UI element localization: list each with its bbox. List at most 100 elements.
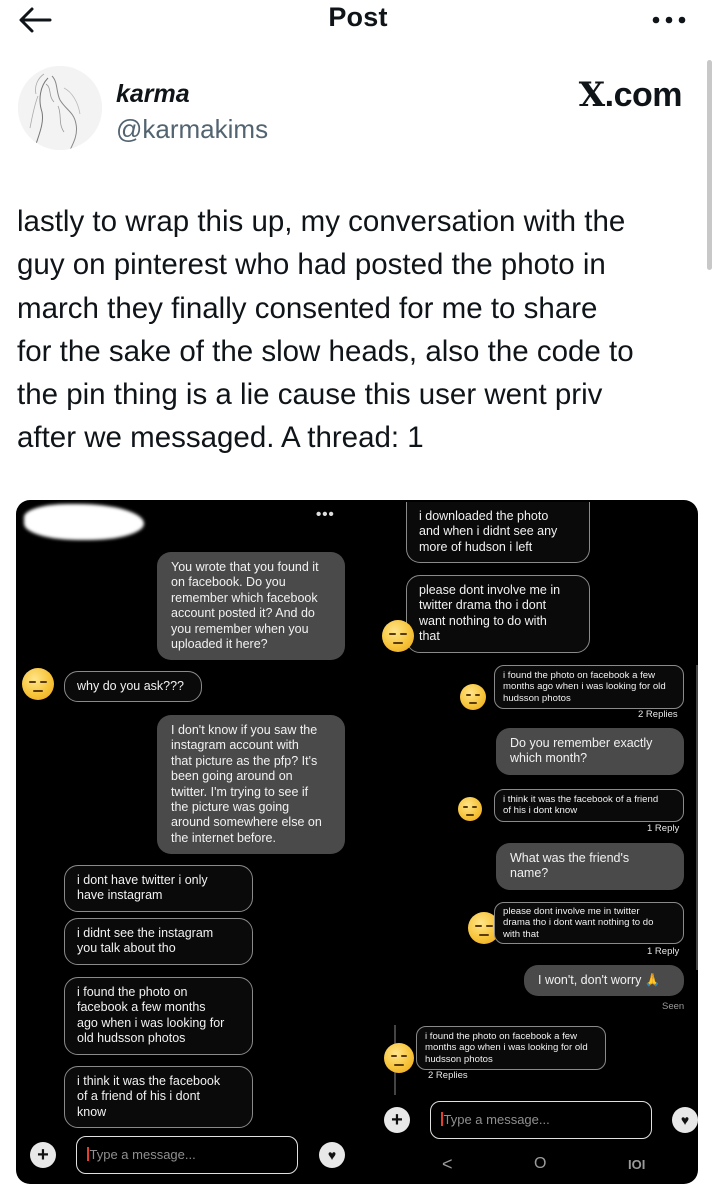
message-bubble: i dont have twitter i only have instagra… bbox=[64, 865, 253, 912]
pensive-face-icon bbox=[458, 797, 482, 821]
message-line: uploaded it here? bbox=[171, 637, 268, 652]
tweet-line: march they finally consented for me to s… bbox=[17, 291, 598, 325]
message-line: have instagram bbox=[77, 888, 163, 903]
android-home-icon[interactable]: O bbox=[534, 1155, 546, 1173]
message-line: i think it was the facebook of a friend bbox=[503, 794, 659, 805]
redaction-blob bbox=[24, 504, 144, 540]
message-line: you talk about tho bbox=[77, 941, 176, 956]
heart-button[interactable]: ♥ bbox=[319, 1142, 345, 1168]
message-line: ago when i was looking for bbox=[77, 1015, 225, 1030]
tweet-text: lastly to wrap this up, my conversation … bbox=[17, 200, 705, 460]
message-line: you remember when you bbox=[171, 621, 309, 636]
add-attachment-button[interactable]: + bbox=[384, 1107, 410, 1133]
heart-button[interactable]: ♥ bbox=[672, 1107, 698, 1133]
message-line: Do you remember exactly bbox=[510, 736, 653, 750]
message-line: account posted it? And do bbox=[171, 606, 315, 621]
page-title: Post bbox=[328, 2, 388, 32]
message-bubble: i found the photo on facebook a few mont… bbox=[64, 977, 253, 1055]
replies-count[interactable]: 2 Replies bbox=[428, 1070, 468, 1081]
message-bubble: i think it was the facebook of a friend … bbox=[64, 1066, 253, 1129]
reply-count[interactable]: 1 Reply bbox=[647, 946, 679, 957]
reply-count[interactable]: 1 Reply bbox=[647, 823, 679, 834]
message-line: around somewhere else on bbox=[171, 815, 322, 830]
message-line: i found the photo on facebook a few bbox=[503, 670, 656, 681]
message-input-placeholder: Type a message... bbox=[443, 1112, 550, 1127]
message-line: the picture was going bbox=[171, 800, 290, 815]
more-options-icon[interactable] bbox=[652, 16, 686, 24]
left-chat-screenshot: ••• You wrote that you found it on faceb… bbox=[16, 500, 394, 1184]
message-line: i found the photo on facebook a few bbox=[425, 1031, 578, 1042]
message-bubble: i found the photo on facebook a few mont… bbox=[416, 1026, 606, 1071]
message-bubble: i downloaded the photo and when i didnt … bbox=[406, 502, 590, 564]
tweet-line: guy on pinterest who had posted the phot… bbox=[17, 248, 606, 282]
message-line: i think it was the facebook bbox=[77, 1074, 221, 1088]
pensive-face-icon bbox=[384, 1043, 414, 1073]
pensive-face-icon bbox=[460, 684, 486, 710]
pensive-face-icon bbox=[382, 620, 414, 652]
scrollbar[interactable] bbox=[707, 60, 712, 270]
message-line: of a friend of his i dont bbox=[77, 1089, 200, 1104]
message-line: want nothing to do with bbox=[419, 613, 547, 628]
site-badge: X.com bbox=[578, 75, 683, 115]
author-name[interactable]: karma bbox=[116, 80, 190, 109]
tweet-line: the pin thing is a lie cause this user w… bbox=[17, 378, 603, 412]
seen-status: Seen bbox=[662, 1001, 685, 1012]
message-line: twitter drama tho i dont bbox=[419, 598, 547, 613]
x-logo-icon: X bbox=[578, 75, 605, 115]
message-line: facebook a few months bbox=[77, 1000, 206, 1015]
message-line: and when i didnt see any bbox=[419, 524, 558, 539]
message-line: instagram account with bbox=[171, 738, 299, 753]
message-line: drama tho i dont want nothing to do bbox=[503, 917, 654, 929]
message-line: What was the friend's bbox=[510, 851, 630, 865]
message-line: with that bbox=[503, 928, 539, 940]
message-bubble: What was the friend's name? bbox=[496, 843, 684, 890]
chat-more-icon: ••• bbox=[316, 506, 335, 523]
message-input[interactable]: Type a message... bbox=[76, 1136, 298, 1174]
message-line: old hudsson photos bbox=[77, 1031, 186, 1046]
message-input[interactable]: Type a message... bbox=[430, 1101, 652, 1139]
message-line: more of hudson i left bbox=[419, 539, 533, 554]
message-bubble: why do you ask??? bbox=[64, 671, 202, 703]
android-recents-icon[interactable]: IOI bbox=[628, 1157, 645, 1172]
message-line: been going around on bbox=[171, 769, 293, 784]
message-bubble: please dont involve me in twitter drama … bbox=[406, 575, 590, 653]
message-bubble: You wrote that you found it on facebook.… bbox=[157, 552, 345, 661]
avatar[interactable] bbox=[18, 66, 102, 150]
message-line: which month? bbox=[510, 751, 588, 766]
thread-line bbox=[696, 665, 698, 935]
right-chat-screenshot: i downloaded the photo and when i didnt … bbox=[382, 500, 698, 1184]
message-bubble: i found the photo on facebook a few mont… bbox=[494, 665, 684, 710]
message-input-placeholder: Type a message... bbox=[89, 1147, 196, 1162]
message-line: remember which facebook bbox=[171, 590, 318, 605]
message-line: twitter. I'm trying to see if bbox=[171, 784, 309, 799]
message-line: i downloaded the photo bbox=[419, 509, 549, 523]
pensive-face-icon bbox=[22, 668, 54, 700]
message-line: please dont involve me in twitter bbox=[503, 906, 640, 917]
tweet-line: for the sake of the slow heads, also the… bbox=[17, 334, 634, 368]
message-line: months ago when i was looking for old bbox=[425, 1042, 588, 1054]
message-line: the internet before. bbox=[171, 830, 276, 845]
android-back-icon[interactable]: < bbox=[442, 1154, 453, 1175]
message-line: I won't, don't worry 🙏 bbox=[538, 973, 661, 987]
message-line: name? bbox=[510, 866, 549, 881]
message-line: I don't know if you saw the bbox=[171, 723, 318, 737]
message-line: on facebook. Do you bbox=[171, 575, 286, 590]
top-bar: Post bbox=[0, 0, 716, 40]
message-bubble: i didnt see the instagram you talk about… bbox=[64, 918, 253, 965]
avatar-sketch-icon bbox=[18, 66, 102, 150]
message-bubble: i think it was the facebook of a friend … bbox=[494, 789, 684, 822]
message-line: You wrote that you found it bbox=[171, 560, 319, 574]
text-caret bbox=[87, 1147, 89, 1161]
message-line: please dont involve me in bbox=[419, 583, 561, 597]
replies-count[interactable]: 2 Replies bbox=[638, 709, 678, 720]
add-attachment-button[interactable]: + bbox=[30, 1142, 56, 1168]
message-line: hudsson photos bbox=[503, 692, 571, 704]
author-handle[interactable]: @karmakims bbox=[116, 114, 268, 145]
tweet-line: lastly to wrap this up, my conversation … bbox=[17, 205, 626, 238]
tweet-image[interactable]: ••• You wrote that you found it on faceb… bbox=[16, 500, 698, 1184]
message-bubble: Do you remember exactly which month? bbox=[496, 728, 684, 775]
message-line: of his i dont know bbox=[503, 805, 578, 817]
site-badge-text: .com bbox=[604, 76, 683, 114]
message-bubble: please dont involve me in twitter drama … bbox=[494, 902, 684, 945]
thread-line bbox=[696, 900, 698, 970]
